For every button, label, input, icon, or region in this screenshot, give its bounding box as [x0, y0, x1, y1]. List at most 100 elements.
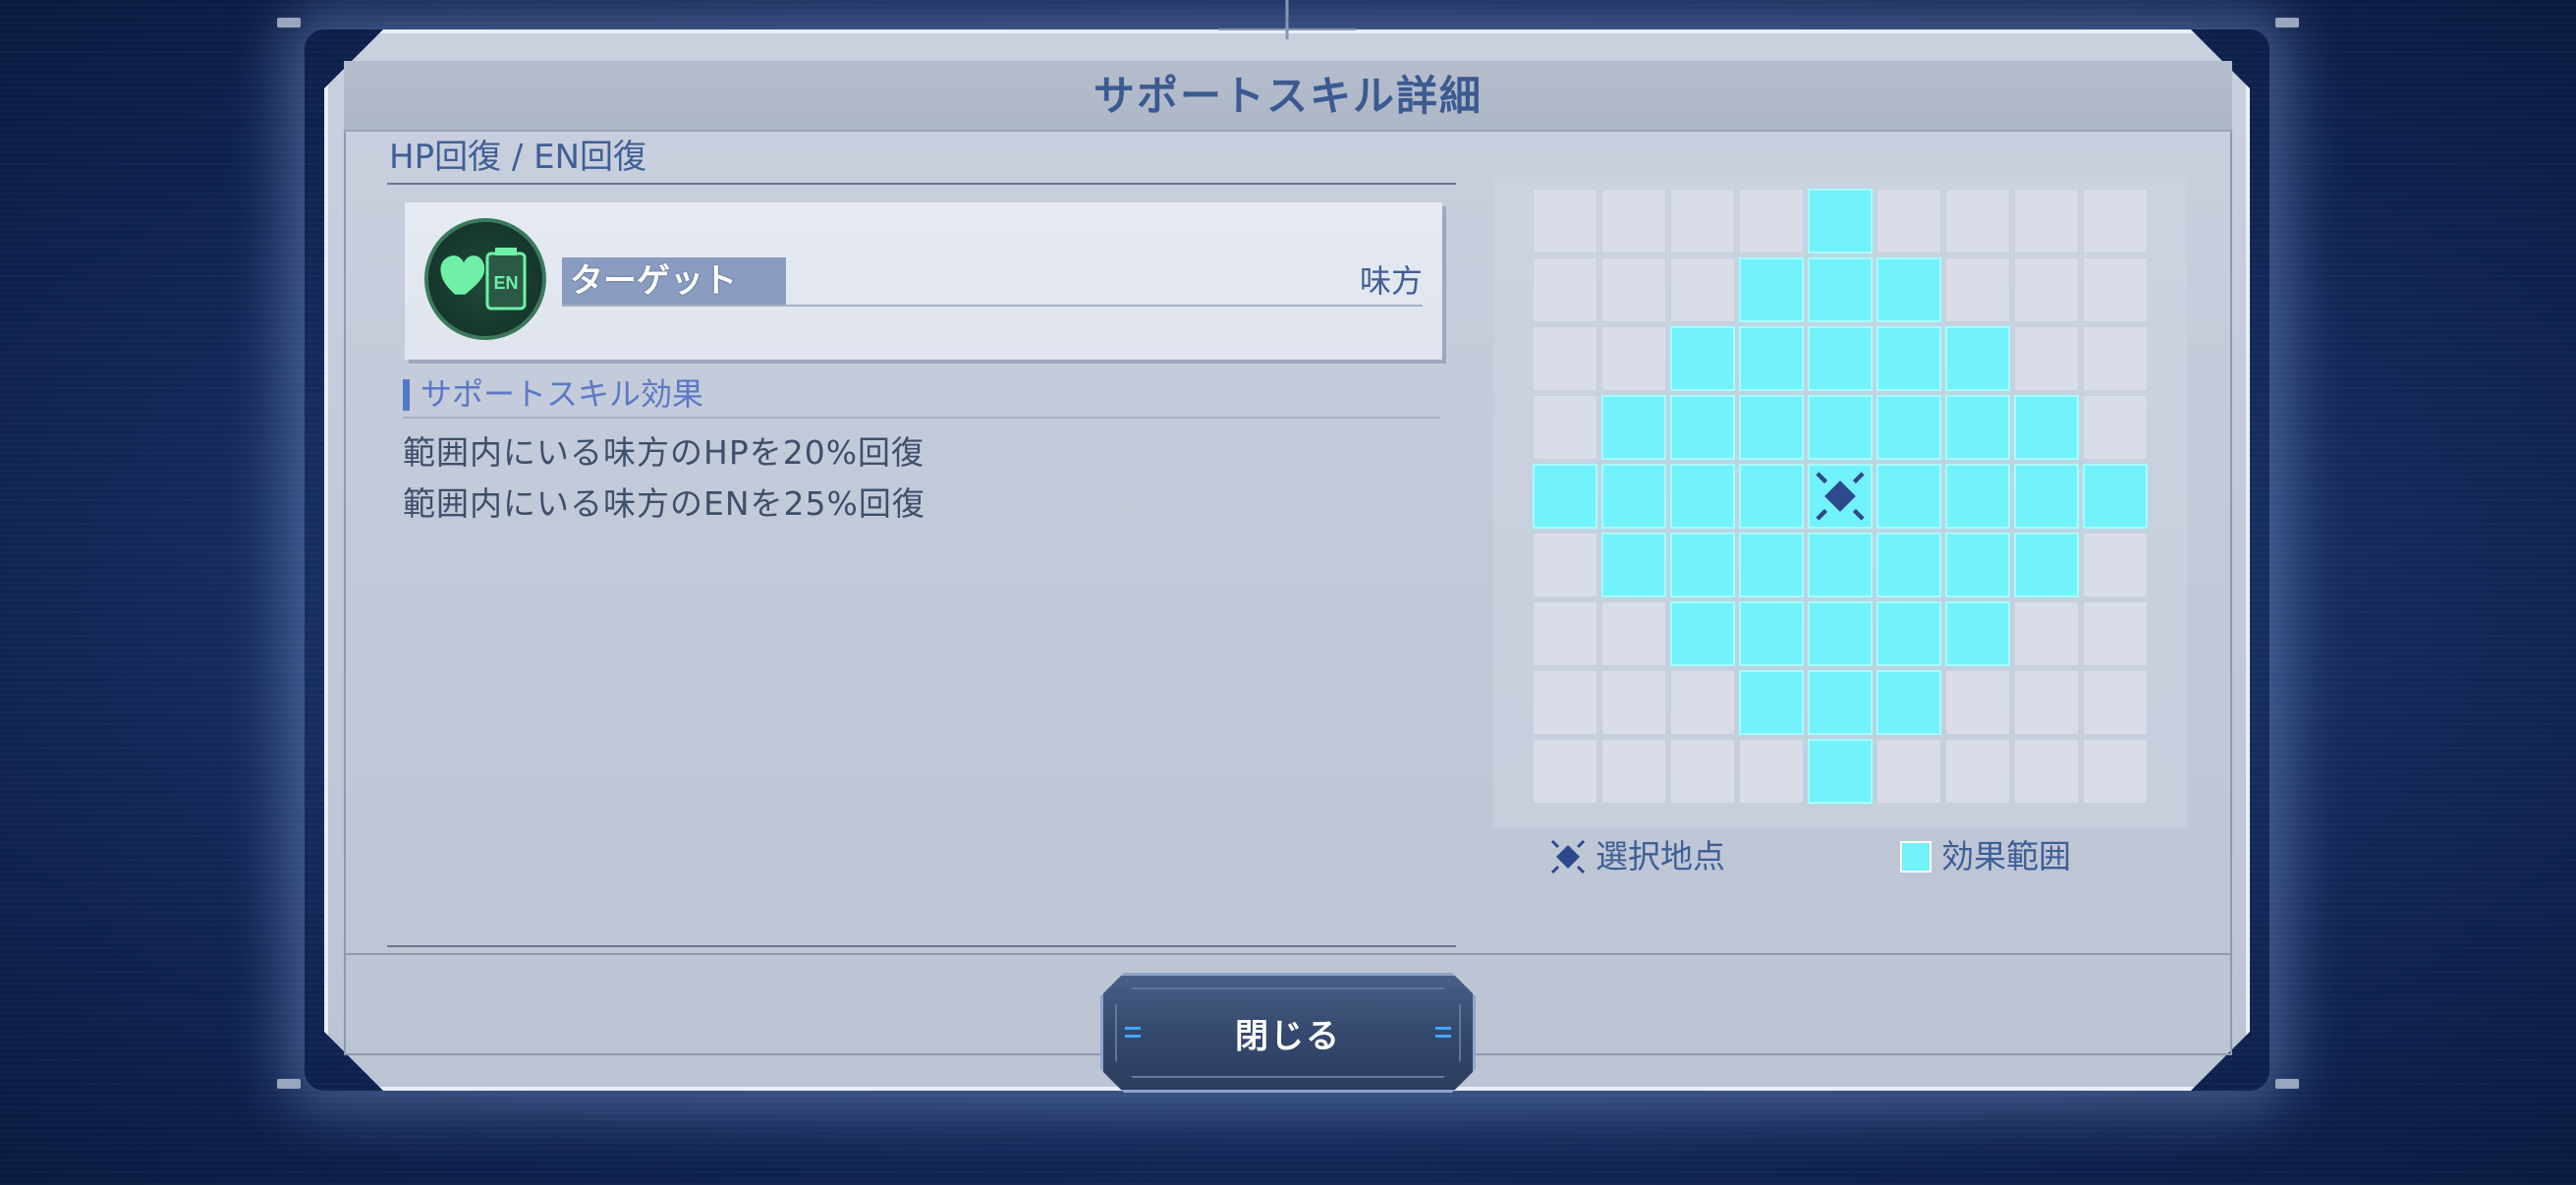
range-cell-active — [1945, 464, 2010, 529]
range-cell — [2014, 601, 2079, 666]
range-cell — [1876, 189, 1941, 254]
button-accent — [1435, 1027, 1451, 1030]
range-cell — [1533, 326, 1597, 391]
range-cell — [1739, 739, 1804, 804]
close-button-label: 閉じる — [1235, 1016, 1341, 1056]
range-cell — [1601, 739, 1666, 804]
corner-tick — [2275, 18, 2299, 28]
section-marker — [403, 379, 410, 411]
range-cell-active — [1808, 601, 1873, 666]
range-cell — [2083, 739, 2148, 804]
range-cell — [2014, 189, 2079, 254]
range-cell-active — [1601, 395, 1666, 460]
range-cell — [1533, 257, 1597, 322]
range-cell — [2083, 257, 2148, 322]
range-cell — [2083, 670, 2148, 735]
range-cell-active — [1670, 601, 1735, 666]
divider — [387, 945, 1456, 947]
range-cell-active — [1808, 533, 1873, 597]
range-cell — [1601, 326, 1666, 391]
divider — [403, 417, 1440, 419]
range-cell-active — [2014, 464, 2079, 529]
range-cell-active — [1876, 533, 1941, 597]
range-grid — [1533, 189, 2148, 804]
range-cell — [1670, 739, 1735, 804]
range-cell-active — [1876, 464, 1941, 529]
button-accent — [1125, 1035, 1141, 1038]
range-cell — [1601, 189, 1666, 254]
range-cell-active — [1808, 326, 1873, 391]
range-cell — [1533, 533, 1597, 597]
range-cell-active — [2083, 464, 2148, 529]
effect-line-1: 範囲内にいる味方のHPを20%回復 — [403, 433, 925, 472]
range-cell-active — [1808, 670, 1873, 735]
range-cell — [1533, 395, 1597, 460]
range-cell-active — [2014, 533, 2079, 597]
legend-selected-point: 選択地点 — [1596, 837, 1725, 875]
range-cell-active — [1670, 395, 1735, 460]
selected-point-marker-icon — [1808, 464, 1873, 529]
range-cell-active — [1808, 395, 1873, 460]
effect-range-swatch — [1900, 841, 1932, 873]
range-cell-active — [1808, 257, 1873, 322]
range-cell — [2083, 533, 2148, 597]
divider — [387, 183, 1456, 185]
target-card — [405, 202, 1442, 360]
range-cell — [1945, 739, 2010, 804]
range-cell — [1601, 670, 1666, 735]
corner-tick — [277, 1079, 301, 1089]
corner-tick — [277, 18, 301, 28]
footer-divider — [344, 953, 2232, 955]
range-cell-active — [1808, 189, 1873, 254]
range-cell-active — [1739, 533, 1804, 597]
heart-en-icon: EN — [424, 218, 546, 340]
range-cell — [2083, 189, 2148, 254]
range-cell-active — [1945, 533, 2010, 597]
range-cell — [1945, 189, 2010, 254]
skill-name: HP回復 / EN回復 — [389, 138, 647, 177]
range-cell — [2014, 739, 2079, 804]
range-cell-active — [1670, 326, 1735, 391]
legend-effect-range: 効果範囲 — [1941, 837, 2071, 875]
button-accent — [1435, 1035, 1451, 1038]
range-cell — [1533, 739, 1597, 804]
range-cell-active — [1876, 395, 1941, 460]
range-cell-active — [1601, 533, 1666, 597]
divider — [562, 305, 1423, 307]
range-cell — [2014, 326, 2079, 391]
target-label: ターゲット — [570, 261, 737, 301]
range-cell — [1945, 670, 2010, 735]
range-cell — [2014, 257, 2079, 322]
range-cell-active — [1876, 601, 1941, 666]
effect-heading: サポートスキル効果 — [420, 375, 704, 413]
range-cell — [1601, 257, 1666, 322]
range-cell — [2083, 326, 2148, 391]
close-button[interactable]: 閉じる — [1100, 973, 1476, 1093]
range-cell — [1533, 189, 1597, 254]
button-accent — [1125, 1027, 1141, 1030]
range-cell — [1670, 257, 1735, 322]
effect-line-2: 範囲内にいる味方のENを25%回復 — [403, 484, 925, 523]
range-cell-active — [1739, 257, 1804, 322]
range-cell-active — [1876, 670, 1941, 735]
range-cell-active — [1739, 601, 1804, 666]
range-cell-active — [2014, 395, 2079, 460]
range-cell-active — [1808, 739, 1873, 804]
range-cell-active — [1601, 464, 1666, 529]
range-cell — [2083, 601, 2148, 666]
target-value: 味方 — [1359, 262, 1423, 300]
range-cell — [1945, 257, 2010, 322]
range-cell-active — [1945, 601, 2010, 666]
range-cell-active — [1739, 670, 1804, 735]
range-cell-active — [1670, 464, 1735, 529]
range-cell — [2083, 395, 2148, 460]
corner-tick — [2275, 1079, 2299, 1089]
range-cell-active — [1876, 257, 1941, 322]
selected-point-icon — [1550, 839, 1586, 875]
range-cell-active — [1670, 533, 1735, 597]
range-cell — [1670, 670, 1735, 735]
range-cell — [1670, 189, 1735, 254]
svg-text:EN: EN — [493, 273, 518, 293]
range-cell — [2014, 670, 2079, 735]
range-cell — [1533, 601, 1597, 666]
